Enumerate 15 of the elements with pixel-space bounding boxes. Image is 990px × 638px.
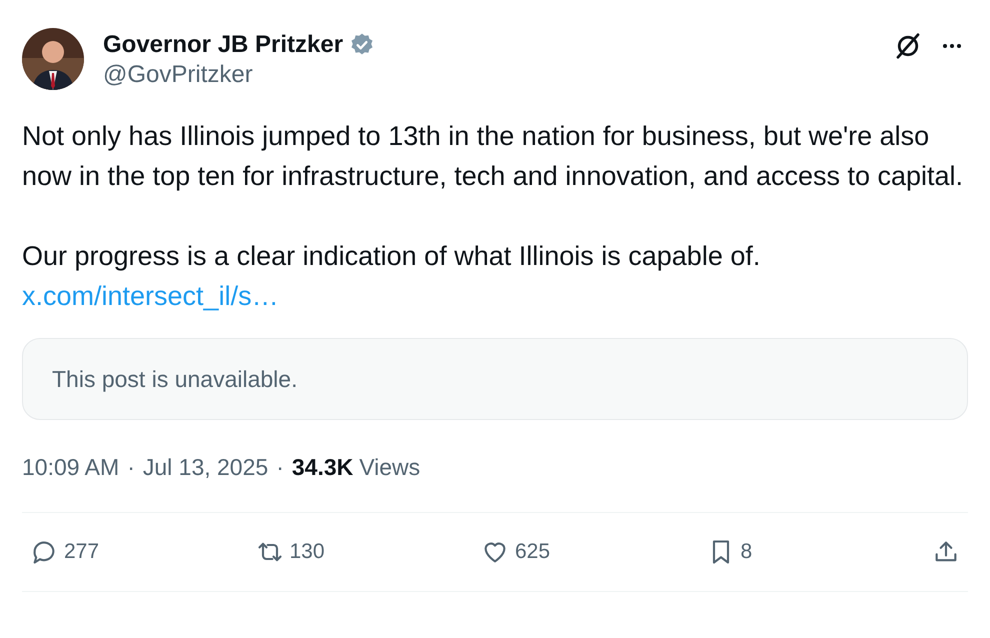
views-label: Views <box>359 453 420 482</box>
view-count: 34.3K <box>292 453 354 482</box>
bookmark-button[interactable]: 8 <box>706 536 846 568</box>
repost-button[interactable]: 130 <box>256 536 396 568</box>
author-handle[interactable]: @GovPritzker <box>103 60 376 90</box>
post-text: Our progress is a clear indication of what Illinois is capable of. <box>22 240 762 273</box>
unavailable-message: This post is unavailable. <box>52 364 298 394</box>
reply-button[interactable]: 277 <box>30 536 170 568</box>
like-button[interactable]: 625 <box>481 536 621 568</box>
post-text: Not only has Illinois jumped to 13th in the nation for business, but we're also now in the top ten for infrastructure, tech and innovation, and access to capital. <box>22 120 964 193</box>
separator-dot: · <box>127 453 135 482</box>
post-time[interactable]: 10:09 AM <box>22 452 120 482</box>
author-name[interactable]: Governor JB Pritzker <box>103 30 344 60</box>
post-date[interactable]: Jul 13, 2025 <box>142 452 268 482</box>
separator-dot: · <box>276 453 284 482</box>
